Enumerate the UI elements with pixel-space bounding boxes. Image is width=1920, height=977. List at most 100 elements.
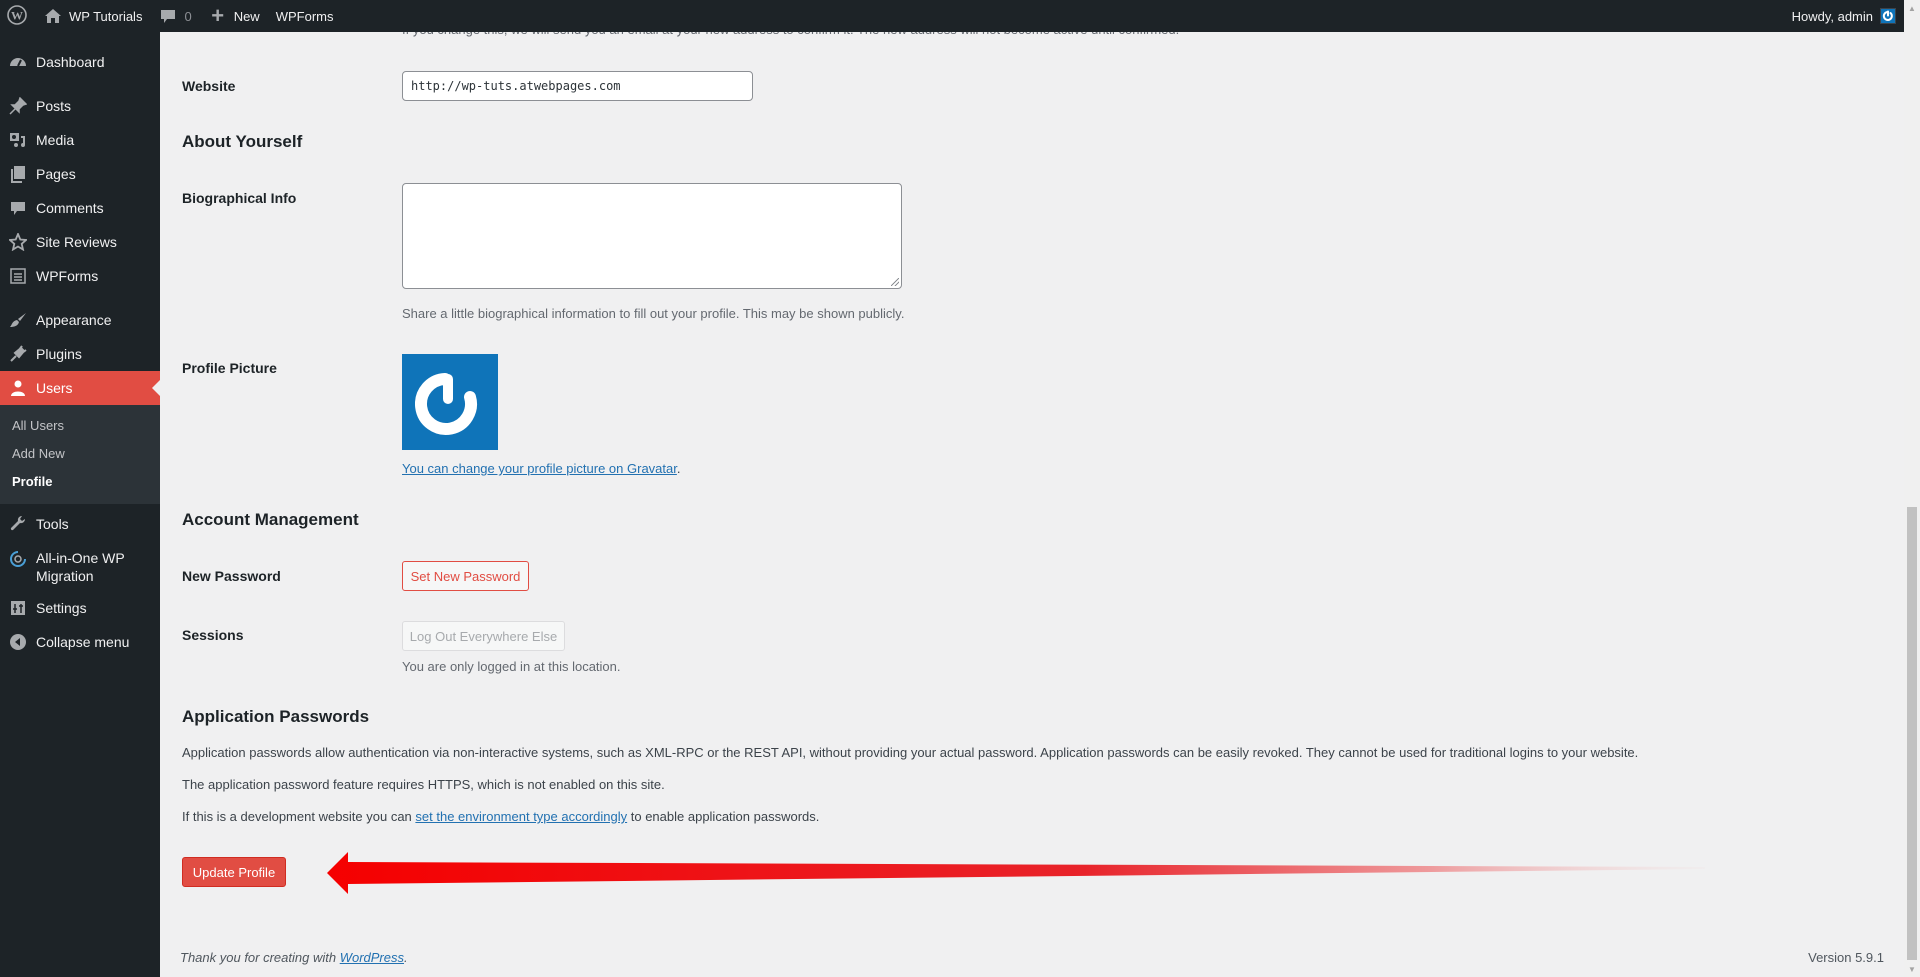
sidebar-item-appearance[interactable]: Appearance [0, 303, 160, 337]
sidebar-item-label: Appearance [36, 312, 112, 328]
sidebar-item-label: Media [36, 132, 75, 148]
scrollbar-thumb[interactable] [1907, 507, 1917, 960]
brush-icon [8, 310, 28, 330]
new-password-label: New Password [182, 568, 281, 584]
https-required-notice: The application password feature require… [182, 777, 665, 792]
admin-sidebar: Dashboard Posts Media Pages Comments Sit… [0, 32, 160, 977]
sidebar-item-label: Dashboard [36, 54, 105, 70]
annotation-arrow-icon [327, 852, 1705, 894]
profile-avatar [402, 354, 498, 450]
form-icon [8, 266, 28, 286]
update-profile-button[interactable]: Update Profile [182, 857, 286, 887]
environment-type-link[interactable]: set the environment type accordingly [415, 809, 627, 824]
sidebar-item-label: Tools [36, 516, 69, 532]
submenu-add-new[interactable]: Add New [0, 440, 160, 468]
account-management-heading: Account Management [182, 510, 359, 529]
user-icon [8, 378, 28, 398]
sessions-label: Sessions [182, 627, 244, 643]
sidebar-item-site-reviews[interactable]: Site Reviews [0, 225, 160, 259]
scroll-down-arrow-icon[interactable]: ▼ [1904, 961, 1920, 977]
svg-text:W: W [11, 8, 23, 22]
website-label: Website [182, 78, 236, 94]
sidebar-item-label: Settings [36, 600, 87, 616]
sidebar-item-comments[interactable]: Comments [0, 191, 160, 225]
period: . [676, 461, 681, 476]
howdy-text: Howdy, admin [1791, 8, 1873, 24]
log-out-everywhere-button[interactable]: Log Out Everywhere Else [402, 621, 565, 651]
sidebar-item-plugins[interactable]: Plugins [0, 337, 160, 371]
profile-picture-label: Profile Picture [182, 360, 277, 376]
site-name-menu[interactable]: WP Tutorials [35, 0, 150, 32]
admin-bar: W WP Tutorials 0 + New WPForms Howdy, ad… [0, 0, 1904, 32]
sidebar-item-label: Plugins [36, 346, 82, 362]
wrench-icon [8, 514, 28, 534]
sidebar-item-users[interactable]: Users [0, 371, 160, 405]
my-account-menu[interactable]: Howdy, admin [1784, 0, 1904, 32]
bio-label: Biographical Info [182, 190, 297, 206]
sidebar-item-label: WPForms [36, 268, 99, 284]
page-scrollbar[interactable]: ▲ ▼ [1904, 0, 1920, 977]
dev-notice-prefix: If this is a development website you can [182, 809, 416, 824]
sidebar-item-label: Comments [36, 200, 104, 216]
dev-environment-notice: If this is a development website you can… [182, 809, 819, 824]
sidebar-item-label: All-in-One WP Migration [36, 550, 125, 584]
sidebar-item-posts[interactable]: Posts [0, 89, 160, 123]
wordpress-link[interactable]: WordPress [340, 950, 404, 965]
home-icon [43, 6, 63, 26]
dev-notice-suffix: to enable application passwords. [627, 809, 820, 824]
resize-handle-icon[interactable] [891, 278, 899, 286]
avatar-small-icon [1880, 8, 1896, 24]
sidebar-item-label: Collapse menu [36, 634, 130, 650]
sidebar-item-label: Pages [36, 166, 76, 182]
sidebar-item-tools[interactable]: Tools [0, 507, 160, 541]
application-passwords-heading: Application Passwords [182, 707, 370, 726]
wpforms-menu[interactable]: WPForms [268, 0, 342, 32]
sidebar-item-settings[interactable]: Settings [0, 591, 160, 625]
sidebar-item-dashboard[interactable]: Dashboard [0, 45, 160, 79]
new-content-menu[interactable]: + New [200, 0, 268, 32]
comment-icon [158, 6, 178, 26]
comments-menu[interactable]: 0 [150, 0, 199, 32]
gravatar-power-icon [415, 373, 477, 435]
gravatar-link[interactable]: You can change your profile picture on G… [402, 461, 677, 476]
sessions-description: You are only logged in at this location. [402, 659, 621, 674]
footer-thanks-text: Thank you for creating with [180, 950, 340, 965]
sidebar-item-label: Posts [36, 98, 72, 114]
wp-logo-menu[interactable]: W [0, 0, 35, 32]
wordpress-logo-icon: W [7, 4, 27, 28]
site-name: WP Tutorials [69, 8, 143, 24]
pages-icon [8, 164, 28, 184]
bio-textarea[interactable] [402, 183, 902, 289]
sidebar-item-label: Site Reviews [36, 234, 117, 250]
sidebar-item-label: Users [36, 380, 73, 396]
pin-icon [8, 96, 28, 116]
wpforms-label: WPForms [275, 8, 334, 24]
star-icon [8, 232, 28, 252]
bio-description: Share a little biographical information … [402, 306, 905, 321]
comment-icon [8, 198, 28, 218]
website-input[interactable]: http://wp-tuts.atwebpages.com [402, 71, 753, 101]
plus-icon: + [211, 3, 225, 28]
sidebar-item-pages[interactable]: Pages [0, 157, 160, 191]
footer-thanks: Thank you for creating with WordPress. [180, 950, 408, 965]
collapse-menu-button[interactable]: Collapse menu [0, 625, 160, 659]
settings-icon [8, 598, 28, 618]
sidebar-item-all-in-one-migration[interactable]: All-in-One WP Migration [0, 541, 160, 591]
plug-icon [8, 344, 28, 364]
scroll-up-arrow-icon[interactable]: ▲ [1904, 0, 1920, 16]
media-icon [8, 130, 28, 150]
about-yourself-heading: About Yourself [182, 132, 303, 151]
sidebar-item-media[interactable]: Media [0, 123, 160, 157]
set-new-password-button[interactable]: Set New Password [402, 561, 529, 591]
app-passwords-description: Application passwords allow authenticati… [182, 745, 1639, 760]
profile-form: If you change this, we will send you an … [160, 22, 1904, 977]
version-label: Version 5.9.1 [1808, 950, 1884, 965]
submenu-profile[interactable]: Profile [0, 468, 160, 496]
collapse-icon [8, 632, 28, 652]
sidebar-item-wpforms[interactable]: WPForms [0, 259, 160, 293]
submenu-all-users[interactable]: All Users [0, 412, 160, 440]
new-label: New [233, 8, 260, 24]
users-submenu: All Users Add New Profile [0, 405, 160, 504]
gravatar-note: You can change your profile picture on G… [402, 461, 681, 476]
migration-icon [8, 549, 28, 569]
